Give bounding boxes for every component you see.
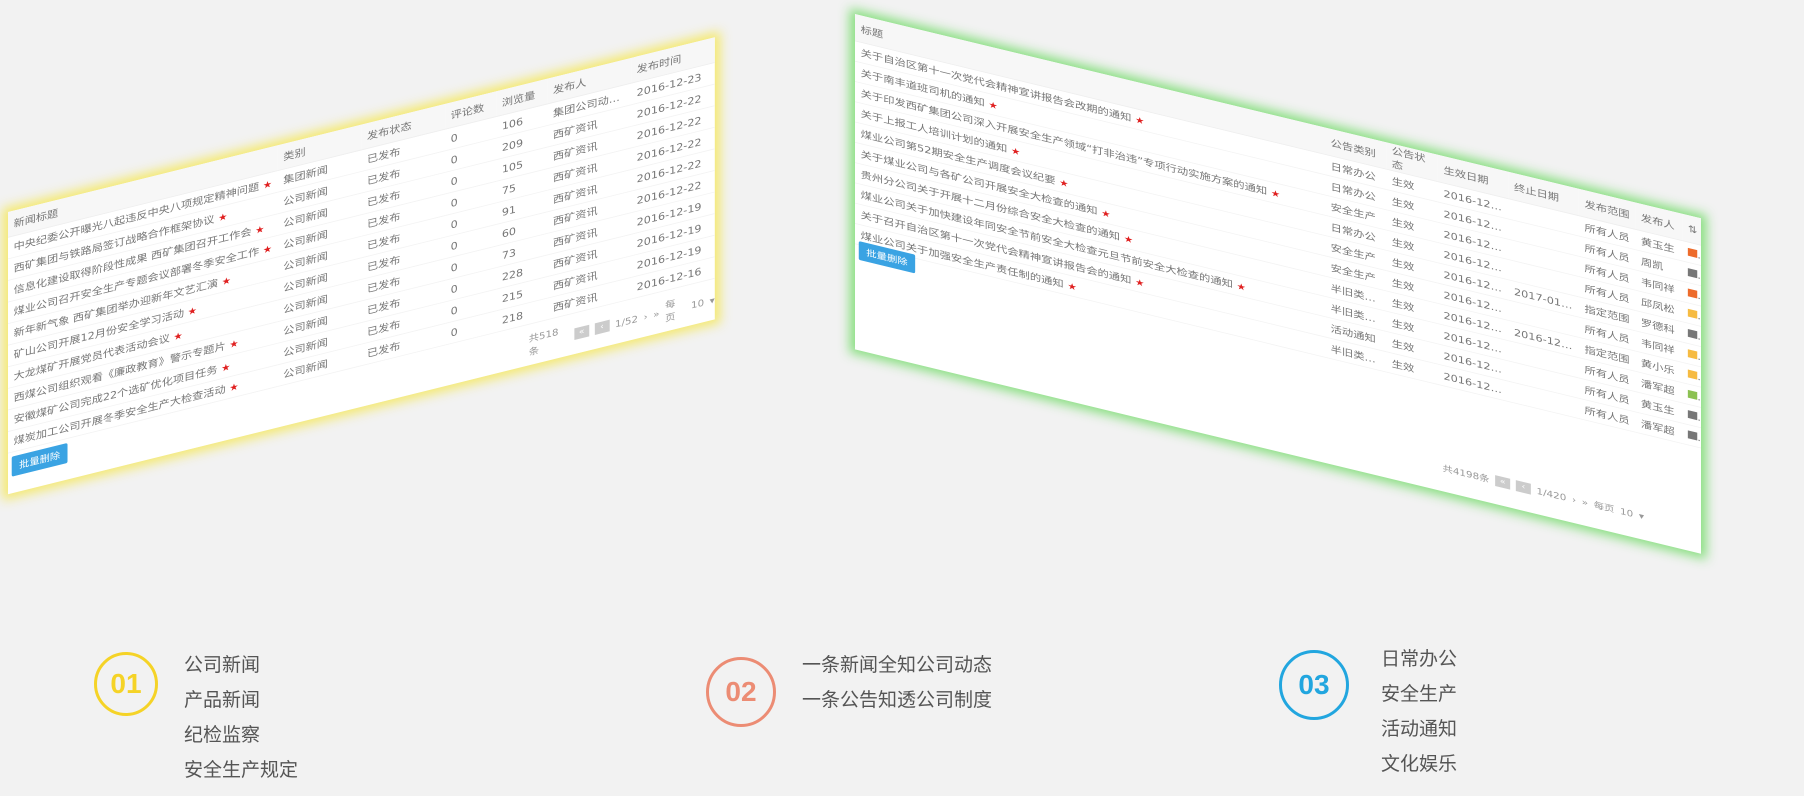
feature-item: 一条新闻全知公司动态 [802, 654, 993, 676]
feature-number-badge: 03 [1279, 650, 1349, 720]
feature-item: 文化娱乐 [1381, 753, 1458, 775]
chevron-down-icon[interactable]: ▾ [710, 294, 715, 306]
page-indicator: 1/420 [1536, 485, 1567, 503]
first-page-button[interactable]: « [574, 324, 590, 341]
star-icon: ★ [1101, 207, 1111, 221]
color-tag [1687, 267, 1698, 278]
per-page-label: 每页 [665, 297, 676, 325]
star-icon: ★ [1123, 233, 1134, 246]
star-icon: ★ [262, 178, 273, 192]
color-tag [1687, 288, 1698, 299]
star-icon: ★ [1135, 276, 1145, 290]
star-icon: ★ [221, 361, 231, 375]
star-icon: ★ [1270, 187, 1281, 201]
color-tag-cell [1682, 423, 1701, 449]
feature-item: 活动通知 [1381, 718, 1458, 740]
feature-list: 一条新闻全知公司动态 一条公告知透公司制度 [802, 648, 992, 727]
feature-item: 日常办公 [1381, 648, 1458, 670]
star-icon: ★ [218, 210, 228, 224]
star-icon: ★ [229, 337, 239, 351]
color-tag [1687, 369, 1698, 380]
per-page-label: 每页 [1593, 499, 1615, 515]
star-icon: ★ [1236, 280, 1246, 294]
feature-item: 产品新闻 [184, 689, 261, 711]
feature-item: 安全生产 [1381, 683, 1458, 705]
color-tag [1687, 348, 1698, 359]
feature-block-02: 02 一条新闻全知公司动态 一条公告知透公司制度 [706, 654, 992, 727]
feature-block-01: 01 公司新闻 产品新闻 纪检监察 安全生产规定 [94, 652, 298, 788]
feature-item: 一条公告知透公司制度 [802, 689, 993, 711]
feature-number-badge: 01 [94, 652, 158, 716]
star-icon: ★ [1059, 177, 1069, 190]
pagination: 共4198条 « ‹ 1/420 › » 每页 10 ▾ [1443, 462, 1645, 523]
color-tag [1687, 308, 1698, 319]
star-icon: ★ [1011, 145, 1021, 158]
feature-block-03: 03 日常办公 安全生产 活动通知 文化娱乐 [1279, 648, 1457, 782]
feature-item: 安全生产规定 [184, 759, 299, 781]
page-indicator: 1/52 [615, 313, 638, 330]
last-page-button[interactable]: » [653, 308, 659, 320]
prev-page-button[interactable]: ‹ [1515, 480, 1531, 495]
feature-list: 公司新闻 产品新闻 纪检监察 安全生产规定 [184, 648, 298, 788]
per-page-select[interactable]: 10 [691, 297, 704, 311]
feature-list: 日常办公 安全生产 活动通知 文化娱乐 [1381, 642, 1457, 782]
feature-item: 纪检监察 [184, 724, 261, 746]
total-count: 共518条 [528, 326, 559, 358]
per-page-select[interactable]: 10 [1620, 506, 1633, 519]
star-icon: ★ [988, 99, 998, 112]
last-page-button[interactable]: » [1582, 496, 1588, 508]
news-table: 新闻标题类别发布状态评论数浏览量发布人发布时间⇅ 中央纪委公开曝光八起违反中央八… [8, 37, 715, 454]
star-icon: ★ [262, 242, 273, 257]
star-icon: ★ [255, 223, 265, 237]
color-tag [1687, 328, 1698, 339]
next-page-button[interactable]: › [1572, 494, 1576, 505]
notice-table-panel: 标题 公告类别 公告状态 生效日期 终止日期 发布范围 发布人 ⇅ 关于自治区第十一次党代会精… [855, 14, 1701, 554]
prev-page-button[interactable]: ‹ [594, 319, 610, 336]
notice-table: 标题 公告类别 公告状态 生效日期 终止日期 发布范围 发布人 ⇅ 关于自治区第十一次党代会精… [855, 14, 1701, 449]
star-icon: ★ [1135, 114, 1145, 127]
star-icon: ★ [173, 329, 183, 343]
color-tag [1687, 409, 1698, 420]
total-count: 共4198条 [1442, 463, 1490, 485]
next-page-button[interactable]: › [644, 311, 648, 323]
color-tag [1687, 247, 1698, 258]
chevron-down-icon[interactable]: ▾ [1639, 510, 1644, 521]
color-tag [1687, 389, 1698, 400]
star-icon: ★ [187, 304, 197, 318]
star-icon: ★ [221, 274, 231, 288]
feature-number-badge: 02 [706, 657, 776, 727]
star-icon: ★ [1067, 280, 1077, 293]
star-icon: ★ [229, 380, 239, 394]
news-table-panel: 新闻标题类别发布状态评论数浏览量发布人发布时间⇅ 中央纪委公开曝光八起违反中央八… [8, 37, 715, 495]
color-tag [1687, 430, 1698, 441]
first-page-button[interactable]: « [1495, 475, 1511, 490]
feature-item: 公司新闻 [184, 654, 261, 676]
